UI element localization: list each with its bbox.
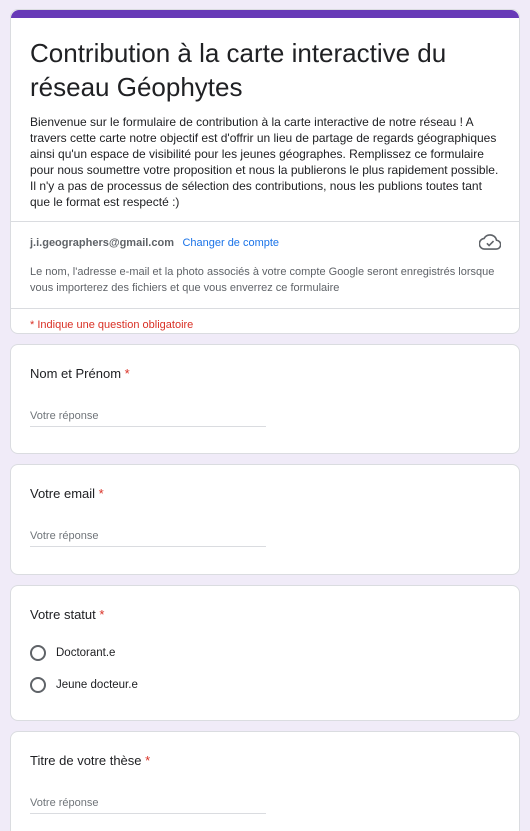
question-label: Votre email xyxy=(30,486,96,501)
name-input[interactable] xyxy=(30,410,266,427)
question-title: Titre de votre thèse * xyxy=(30,753,150,768)
question-label: Titre de votre thèse xyxy=(30,753,146,768)
question-title: Votre statut * xyxy=(30,607,104,622)
switch-account-link[interactable]: Changer de compte xyxy=(182,237,279,249)
form-header-card: Contribution à la carte interactive du r… xyxy=(10,9,520,334)
radio-label: Jeune docteur.e xyxy=(56,679,138,691)
question-card-thesis: Titre de votre thèse * xyxy=(10,731,520,831)
radio-option-jeune-docteur[interactable]: Jeune docteur.e xyxy=(30,677,138,693)
required-star: * xyxy=(99,607,105,622)
radio-button[interactable] xyxy=(30,677,46,693)
question-title: Nom et Prénom * xyxy=(30,366,130,381)
radio-label: Doctorant.e xyxy=(56,647,116,659)
required-star: * xyxy=(98,486,104,501)
form-description: Bienvenue sur le formulaire de contribut… xyxy=(30,115,499,209)
account-row: j.i.geographers@gmail.com Changer de com… xyxy=(11,222,519,252)
question-card-status: Votre statut * Doctorant.e Jeune docteur… xyxy=(10,585,520,721)
radio-button[interactable] xyxy=(30,645,46,661)
radio-option-doctorant[interactable]: Doctorant.e xyxy=(30,645,115,661)
account-email: j.i.geographers@gmail.com xyxy=(30,237,174,249)
required-star: * xyxy=(124,366,130,381)
required-note: * Indique une question obligatoire xyxy=(30,319,194,331)
question-card-email: Votre email * xyxy=(10,464,520,575)
thesis-title-input[interactable] xyxy=(30,797,266,814)
question-label: Nom et Prénom xyxy=(30,366,122,381)
required-star: * xyxy=(145,753,151,768)
question-label: Votre statut xyxy=(30,607,96,622)
cloud-check-icon xyxy=(479,234,501,250)
form-title: Contribution à la carte interactive du r… xyxy=(30,38,447,102)
form-page: Contribution à la carte interactive du r… xyxy=(0,0,530,831)
accent-bar xyxy=(11,10,519,18)
privacy-note: Le nom, l'adresse e-mail et la photo ass… xyxy=(30,266,495,294)
question-card-name: Nom et Prénom * xyxy=(10,344,520,454)
question-title: Votre email * xyxy=(30,486,104,501)
email-input[interactable] xyxy=(30,530,266,547)
